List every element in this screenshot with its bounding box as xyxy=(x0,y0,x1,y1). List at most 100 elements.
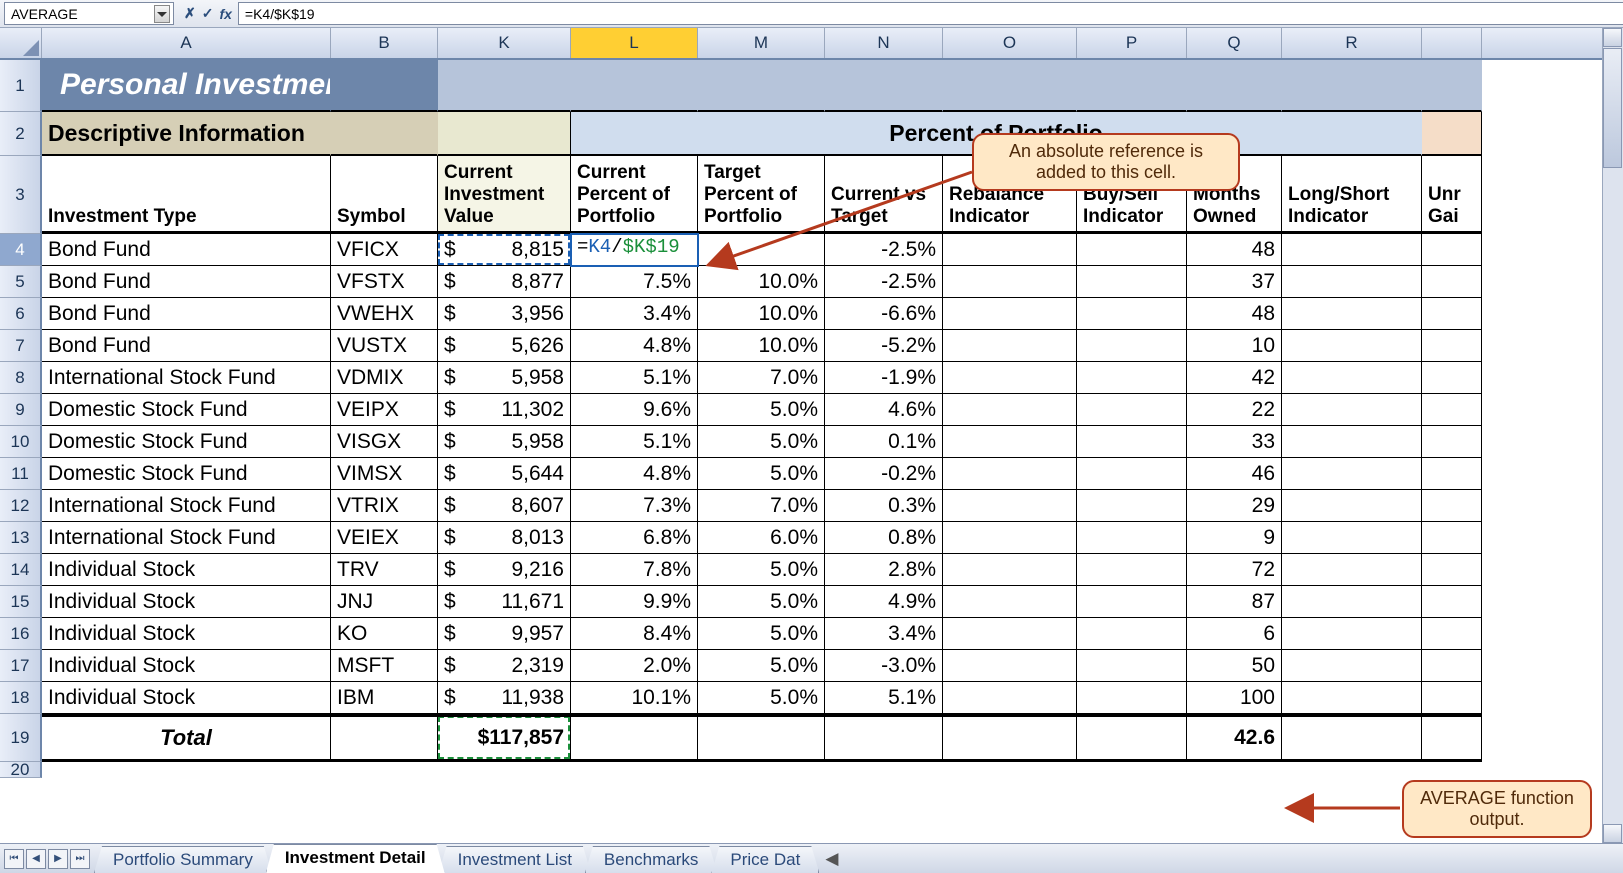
cell-Q12[interactable]: 29 xyxy=(1187,490,1282,522)
cell-S13[interactable] xyxy=(1422,522,1482,554)
row-header-15[interactable]: 15 xyxy=(0,586,42,618)
cell-M15[interactable]: 5.0% xyxy=(698,586,825,618)
cell-O15[interactable] xyxy=(943,586,1077,618)
cell-L5[interactable]: 7.5% xyxy=(571,266,698,298)
cell-A16[interactable]: Individual Stock xyxy=(42,618,331,650)
cell-O8[interactable] xyxy=(943,362,1077,394)
cell-R12[interactable] xyxy=(1282,490,1422,522)
cell-N18[interactable]: 5.1% xyxy=(825,682,943,714)
sheet-tab-benchmarks[interactable]: Benchmarks xyxy=(585,846,717,873)
cell-K8[interactable]: $5,958 xyxy=(438,362,571,394)
cell-S5[interactable] xyxy=(1422,266,1482,298)
total-S[interactable] xyxy=(1422,714,1482,762)
cell-S17[interactable] xyxy=(1422,650,1482,682)
cell-M9[interactable]: 5.0% xyxy=(698,394,825,426)
cell-A18[interactable]: Individual Stock xyxy=(42,682,331,714)
select-all-corner[interactable] xyxy=(0,28,42,58)
cell-S9[interactable] xyxy=(1422,394,1482,426)
cell-A14[interactable]: Individual Stock xyxy=(42,554,331,586)
row-header-14[interactable]: 14 xyxy=(0,554,42,586)
cell-Q9[interactable]: 22 xyxy=(1187,394,1282,426)
cell-R15[interactable] xyxy=(1282,586,1422,618)
cell-A10[interactable]: Domestic Stock Fund xyxy=(42,426,331,458)
cell-O16[interactable] xyxy=(943,618,1077,650)
cell-R9[interactable] xyxy=(1282,394,1422,426)
cell-S11[interactable] xyxy=(1422,458,1482,490)
row-header-9[interactable]: 9 xyxy=(0,394,42,426)
cell-S4[interactable] xyxy=(1422,234,1482,266)
cell-K9[interactable]: $11,302 xyxy=(438,394,571,426)
cell-R18[interactable] xyxy=(1282,682,1422,714)
cell-O11[interactable] xyxy=(943,458,1077,490)
row-header-19[interactable]: 19 xyxy=(0,714,42,762)
total-P[interactable] xyxy=(1077,714,1187,762)
sheet-tab-price-dat[interactable]: Price Dat xyxy=(711,846,819,873)
cell-P18[interactable] xyxy=(1077,682,1187,714)
col-header-L[interactable]: L xyxy=(571,28,698,58)
cell-N16[interactable]: 3.4% xyxy=(825,618,943,650)
cell-B13[interactable]: VEIEX xyxy=(331,522,438,554)
cell-B18[interactable]: IBM xyxy=(331,682,438,714)
row-header-3[interactable]: 3 xyxy=(0,156,42,234)
cell-N15[interactable]: 4.9% xyxy=(825,586,943,618)
cell-P4[interactable] xyxy=(1077,234,1187,266)
cell-Q10[interactable]: 33 xyxy=(1187,426,1282,458)
cell-S12[interactable] xyxy=(1422,490,1482,522)
cell-R5[interactable] xyxy=(1282,266,1422,298)
cell-P5[interactable] xyxy=(1077,266,1187,298)
cell-S8[interactable] xyxy=(1422,362,1482,394)
cell-R14[interactable] xyxy=(1282,554,1422,586)
cell-L14[interactable]: 7.8% xyxy=(571,554,698,586)
cell-L17[interactable]: 2.0% xyxy=(571,650,698,682)
cell-O12[interactable] xyxy=(943,490,1077,522)
cell-Q14[interactable]: 72 xyxy=(1187,554,1282,586)
cell-M6[interactable]: 10.0% xyxy=(698,298,825,330)
cancel-icon[interactable]: ✗ xyxy=(184,5,196,22)
sheet-tab-investment-list[interactable]: Investment List xyxy=(439,846,591,873)
cell-R11[interactable] xyxy=(1282,458,1422,490)
cell-R4[interactable] xyxy=(1282,234,1422,266)
cell-A5[interactable]: Bond Fund xyxy=(42,266,331,298)
cell-M18[interactable]: 5.0% xyxy=(698,682,825,714)
row-header-11[interactable]: 11 xyxy=(0,458,42,490)
cell-N11[interactable]: -0.2% xyxy=(825,458,943,490)
cell-A4[interactable]: Bond Fund xyxy=(42,234,331,266)
scroll-thumb[interactable] xyxy=(1603,48,1622,168)
cell-A20[interactable] xyxy=(42,762,331,778)
cell-P17[interactable] xyxy=(1077,650,1187,682)
cell-R16[interactable] xyxy=(1282,618,1422,650)
cell-R6[interactable] xyxy=(1282,298,1422,330)
cell-M8[interactable]: 7.0% xyxy=(698,362,825,394)
scroll-up-button[interactable] xyxy=(1603,28,1622,47)
cell-A15[interactable]: Individual Stock xyxy=(42,586,331,618)
cell-K4[interactable]: $8,815 xyxy=(438,234,571,266)
row-header-16[interactable]: 16 xyxy=(0,618,42,650)
cell-M13[interactable]: 6.0% xyxy=(698,522,825,554)
cell-B7[interactable]: VUSTX xyxy=(331,330,438,362)
formula-input[interactable]: =K4/$K$19 xyxy=(238,2,1623,25)
row-header-8[interactable]: 8 xyxy=(0,362,42,394)
cell-B4[interactable]: VFICX xyxy=(331,234,438,266)
cell-K7[interactable]: $5,626 xyxy=(438,330,571,362)
cell-K10[interactable]: $5,958 xyxy=(438,426,571,458)
cell-P10[interactable] xyxy=(1077,426,1187,458)
name-box-dropdown-icon[interactable] xyxy=(154,5,170,23)
tab-nav-prev-icon[interactable]: ◀ xyxy=(26,849,46,869)
cell-P7[interactable] xyxy=(1077,330,1187,362)
total-O[interactable] xyxy=(943,714,1077,762)
cell-P16[interactable] xyxy=(1077,618,1187,650)
cell-A8[interactable]: International Stock Fund xyxy=(42,362,331,394)
col-header-M[interactable]: M xyxy=(698,28,825,58)
cell-B11[interactable]: VIMSX xyxy=(331,458,438,490)
sheet-tab-portfolio-summary[interactable]: Portfolio Summary xyxy=(94,846,272,873)
cell-K11[interactable]: $5,644 xyxy=(438,458,571,490)
cell-L16[interactable]: 8.4% xyxy=(571,618,698,650)
cell-K16[interactable]: $9,957 xyxy=(438,618,571,650)
cell-L15[interactable]: 9.9% xyxy=(571,586,698,618)
total-L[interactable] xyxy=(571,714,698,762)
cell-O9[interactable] xyxy=(943,394,1077,426)
vertical-scrollbar[interactable] xyxy=(1602,28,1623,843)
cell-A12[interactable]: International Stock Fund xyxy=(42,490,331,522)
cell-Q17[interactable]: 50 xyxy=(1187,650,1282,682)
cell-Q6[interactable]: 48 xyxy=(1187,298,1282,330)
